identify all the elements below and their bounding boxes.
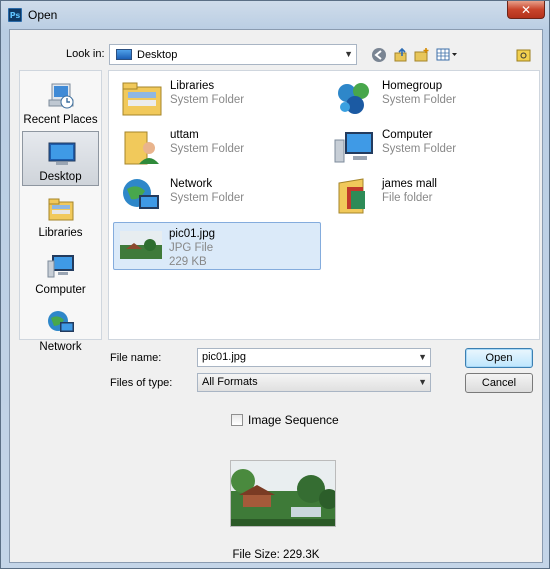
file-name-label: File name: — [110, 352, 162, 364]
cancel-button[interactable]: Cancel — [465, 373, 533, 393]
homegroup-icon — [333, 79, 375, 117]
look-in-label: Look in: — [66, 48, 105, 60]
open-dialog-window: Ps Open ✕ Look in: Desktop ▼ Recent Plac… — [0, 0, 550, 569]
network-icon — [121, 177, 163, 215]
libraries-icon — [46, 194, 76, 224]
file-size: 229 KB — [169, 256, 207, 268]
list-item-computer[interactable]: Computer System Folder — [327, 124, 532, 170]
file-name-field[interactable]: pic01.jpg ▼ — [197, 348, 431, 367]
file-list: Libraries System Folder Homegroup System… — [108, 70, 540, 340]
file-name: Libraries — [170, 80, 215, 92]
place-label: Desktop — [39, 171, 82, 183]
up-folder-icon[interactable] — [392, 46, 410, 64]
computer-icon — [46, 251, 76, 281]
look-in-value: Desktop — [137, 48, 178, 61]
preview-file-size: File Size: 229.3K — [232, 549, 320, 561]
recent-places-icon — [46, 81, 76, 111]
window-title: Open — [28, 8, 58, 22]
chevron-down-icon[interactable]: ▼ — [418, 352, 427, 362]
place-desktop[interactable]: Desktop — [22, 131, 99, 186]
list-item-libraries[interactable]: Libraries System Folder — [115, 75, 320, 121]
network-icon — [46, 308, 76, 338]
user-folder-icon — [121, 128, 163, 166]
image-sequence-checkbox[interactable] — [231, 414, 243, 426]
place-label: Recent Places — [23, 114, 98, 126]
place-computer[interactable]: Computer — [22, 245, 99, 300]
list-item-james-mall[interactable]: james mall File folder — [327, 173, 532, 219]
dialog-body: Look in: Desktop ▼ Recent Places Desktop… — [9, 29, 543, 563]
look-in-combo[interactable]: Desktop ▼ — [109, 44, 357, 65]
chevron-down-icon: ▼ — [344, 49, 353, 59]
file-type-value: All Formats — [202, 376, 258, 388]
view-menu-icon[interactable] — [435, 46, 459, 64]
place-recent-places[interactable]: Recent Places — [22, 75, 99, 130]
place-libraries[interactable]: Libraries — [22, 188, 99, 243]
photoshop-icon: Ps — [8, 8, 22, 22]
file-name: Homegroup — [382, 80, 443, 92]
favorites-icon[interactable] — [515, 46, 533, 64]
file-type-select[interactable]: All Formats ▼ — [197, 373, 431, 392]
file-name-value: pic01.jpg — [202, 351, 247, 363]
image-sequence-label: Image Sequence — [248, 413, 339, 427]
folder-icon — [333, 177, 375, 215]
file-name: pic01.jpg — [169, 228, 216, 240]
desktop-icon — [47, 138, 77, 168]
place-label: Network — [39, 341, 82, 353]
file-name: Network — [170, 178, 213, 190]
file-type: System Folder — [382, 143, 457, 155]
list-item-network[interactable]: Network System Folder — [115, 173, 320, 219]
places-bar: Recent Places Desktop Libraries Computer — [19, 70, 102, 353]
file-type: System Folder — [382, 94, 457, 106]
back-icon[interactable] — [370, 46, 388, 64]
file-name: uttam — [170, 129, 199, 141]
file-name: james mall — [382, 178, 437, 190]
list-item-uttam[interactable]: uttam System Folder — [115, 124, 320, 170]
list-item-homegroup[interactable]: Homegroup System Folder — [327, 75, 532, 121]
place-label: Libraries — [38, 227, 83, 239]
close-button[interactable]: ✕ — [507, 1, 545, 19]
file-type-label: Files of type: — [110, 377, 173, 389]
chevron-down-icon: ▼ — [418, 377, 427, 387]
computer-icon — [333, 128, 375, 166]
file-type: System Folder — [170, 94, 245, 106]
list-item-pic01[interactable]: pic01.jpg JPG File 229 KB — [113, 222, 321, 270]
open-button[interactable]: Open — [465, 348, 533, 368]
image-thumbnail — [120, 231, 162, 269]
title-bar[interactable]: Ps Open ✕ — [1, 1, 549, 29]
place-network[interactable]: Network — [22, 302, 99, 357]
file-type: File folder — [382, 192, 433, 204]
file-type: JPG File — [169, 242, 214, 254]
file-type: System Folder — [170, 192, 245, 204]
desktop-icon — [116, 49, 132, 60]
file-name: Computer — [382, 129, 433, 141]
file-type: System Folder — [170, 143, 245, 155]
image-preview — [230, 460, 336, 527]
new-folder-icon[interactable] — [413, 46, 431, 64]
libraries-folder-icon — [121, 79, 163, 117]
place-label: Computer — [35, 284, 86, 296]
